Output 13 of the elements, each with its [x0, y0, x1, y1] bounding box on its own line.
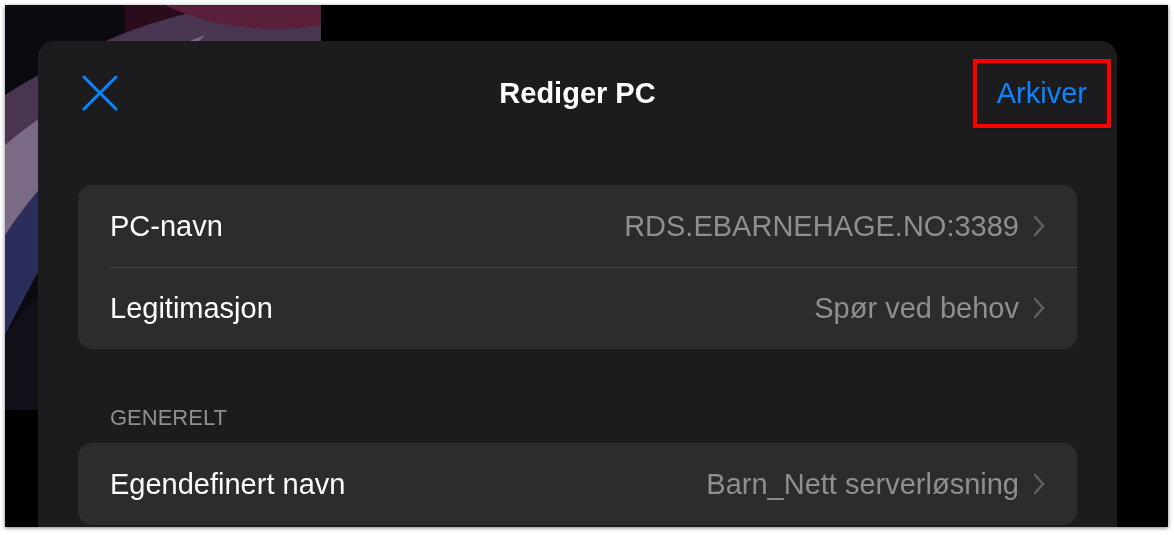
- chevron-icon: [1033, 473, 1045, 495]
- section-heading: GENERELT: [110, 405, 228, 431]
- row-value[interactable]: RDS.EBARNEHAGE.NO:3389: [624, 209, 1019, 243]
- chevron-icon: [1033, 215, 1045, 237]
- row-label: PC-navn: [110, 209, 224, 243]
- sheet-title: Rediger PC: [499, 76, 656, 110]
- row-label: Egendefinert navn: [110, 467, 347, 501]
- row-value[interactable]: Barn_Nett serverløsning: [706, 467, 1019, 501]
- close-icon: [82, 75, 118, 111]
- chevron-icon: [1033, 297, 1045, 319]
- close-button[interactable]: [82, 75, 118, 111]
- row-label: Legitimasjon: [110, 291, 274, 325]
- row-value[interactable]: Spør ved behov: [814, 291, 1019, 325]
